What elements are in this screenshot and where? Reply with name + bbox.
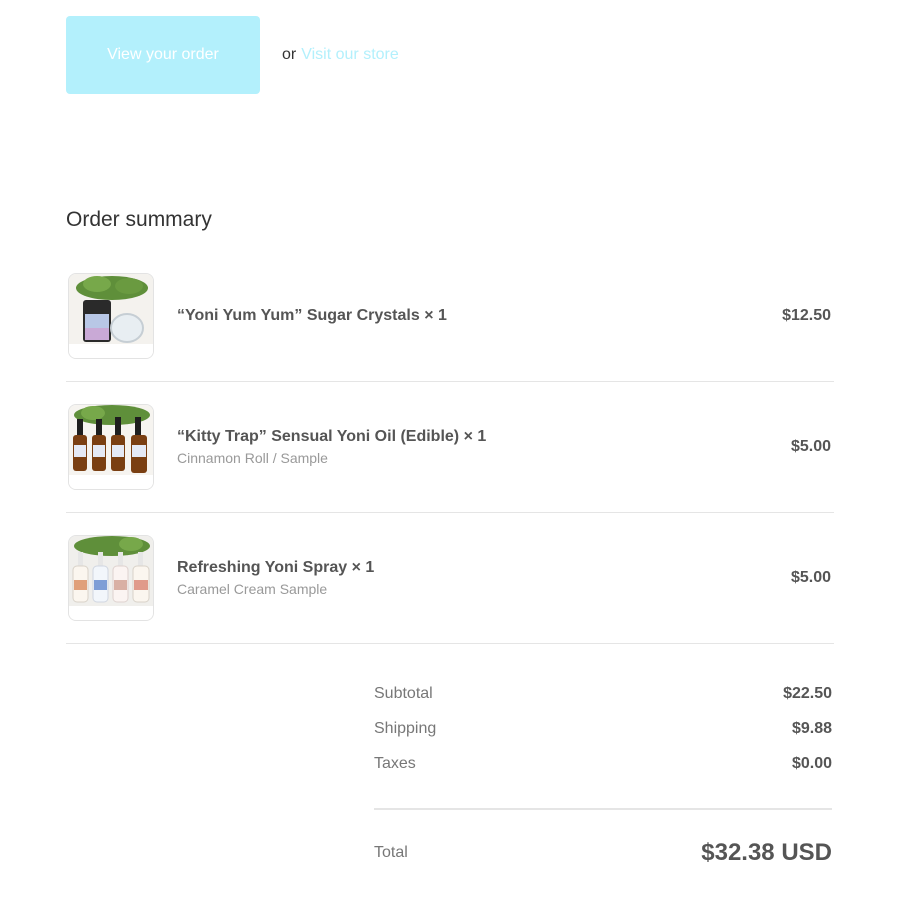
order-item: Refreshing Yoni Spray × 1 Caramel Cream … [66,513,834,644]
total-label: Total [374,844,408,861]
subtotal-value: $22.50 [783,684,832,702]
taxes-row: Taxes $0.00 [374,746,832,781]
item-name: “Kitty Trap” Sensual Yoni Oil (Edible) ×… [177,428,487,445]
item-name: “Yoni Yum Yum” Sugar Crystals × 1 [177,307,447,324]
item-variant: Cinnamon Roll / Sample [177,450,328,466]
shipping-label: Shipping [374,719,437,737]
subtotal-row: Subtotal $22.50 [374,676,832,711]
order-item: “Yoni Yum Yum” Sugar Crystals × 1 $12.50 [66,251,834,382]
item-variant: Caramel Cream Sample [177,581,328,597]
order-actions: View your order or Visit our store [66,16,399,94]
total-value: $32.38 USD [701,839,832,866]
yoni-spray-product-image [68,535,154,621]
item-name: Refreshing Yoni Spray × 1 [177,559,375,576]
item-price: $5.00 [790,569,831,586]
visit-store-link[interactable]: Visit our store [301,46,399,64]
sugar-crystals-product-image [68,273,154,359]
shipping-row: Shipping $9.88 [374,711,832,746]
shipping-value: $9.88 [791,719,832,737]
subtotal-label: Subtotal [374,684,433,702]
taxes-value: $0.00 [791,754,832,772]
order-items-list: “Yoni Yum Yum” Sugar Crystals × 1 $12.50 [66,251,834,644]
yoni-oil-product-image [68,404,154,490]
total-row: Total $32.38 USD [374,839,832,867]
order-totals: Subtotal $22.50 Shipping $9.88 Taxes $0.… [374,676,832,867]
order-summary-title: Order summary [66,208,212,231]
view-order-button[interactable]: View your order [66,16,260,94]
item-price: $5.00 [790,438,831,455]
taxes-label: Taxes [374,754,416,772]
totals-divider [374,808,832,810]
order-item: “Kitty Trap” Sensual Yoni Oil (Edible) ×… [66,382,834,513]
or-text: or [282,46,297,63]
item-price: $12.50 [782,307,831,324]
